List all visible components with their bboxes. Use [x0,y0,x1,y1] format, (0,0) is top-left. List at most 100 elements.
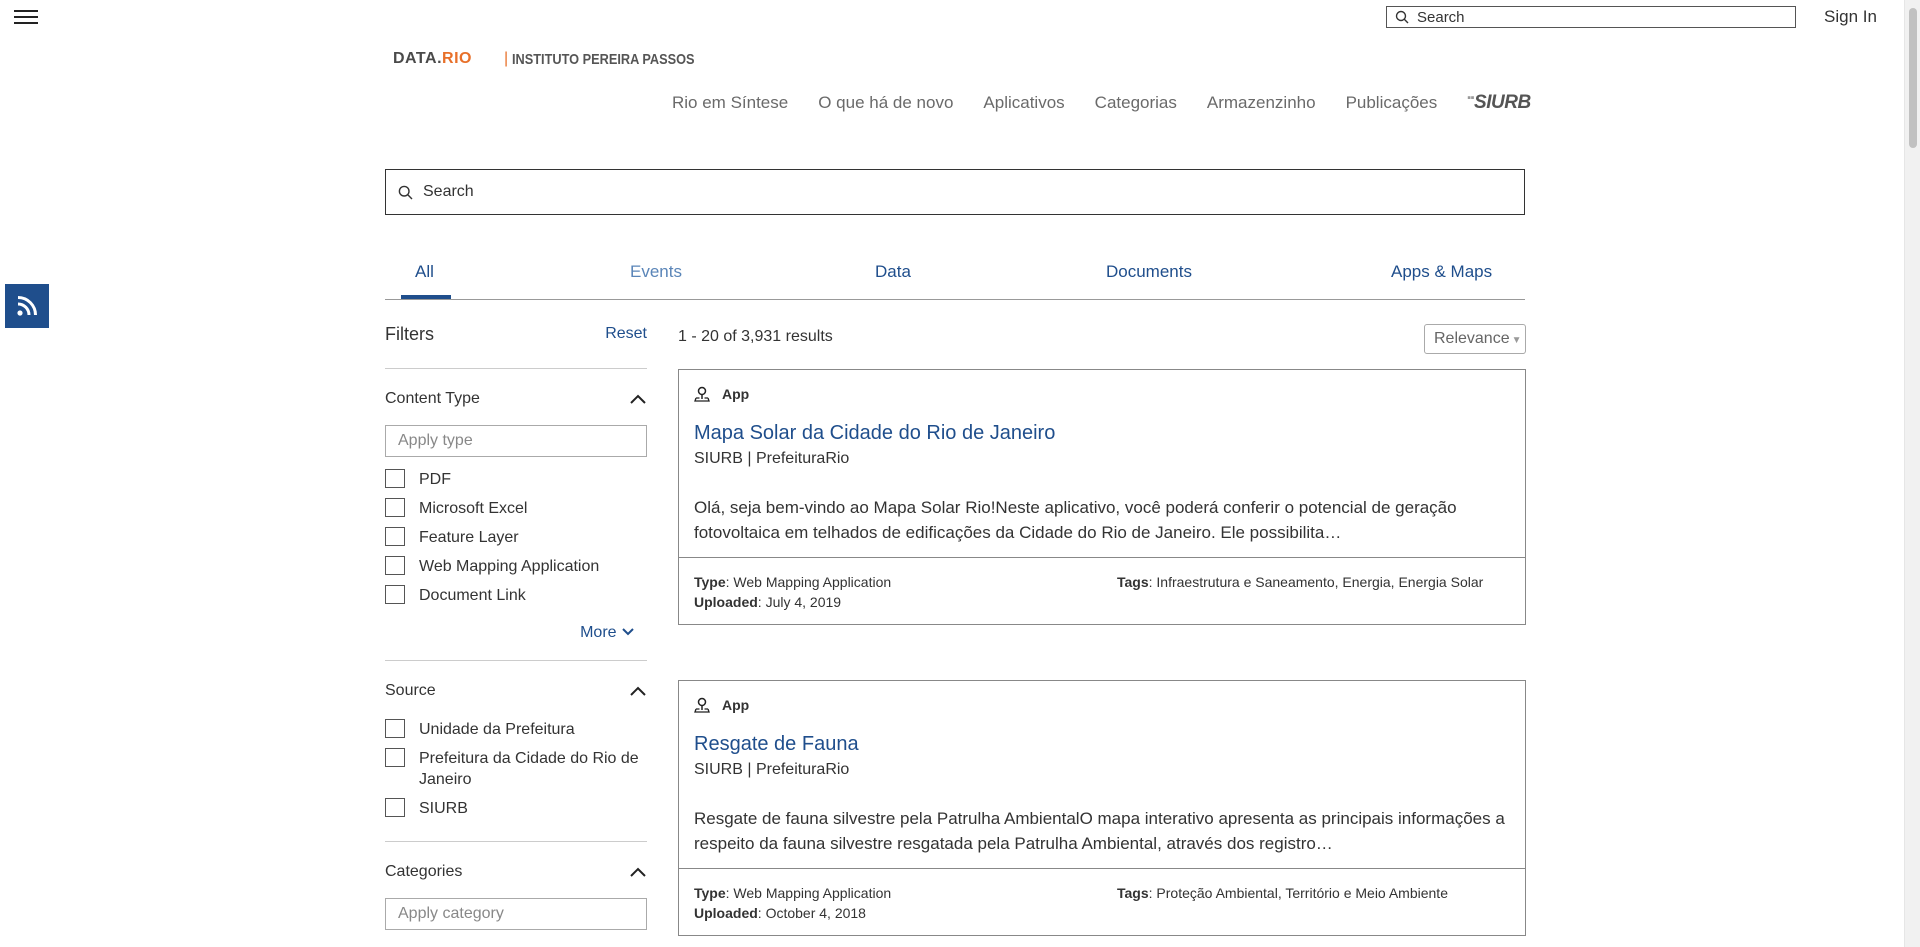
scrollbar[interactable] [1904,0,1920,947]
top-bar: Sign In [0,0,1904,36]
nav-aplicativos[interactable]: Aplicativos [983,93,1064,113]
meta-tags-value: Infraestrutura e Saneamento, Energia, En… [1156,574,1484,590]
filter-option-web-mapping-application[interactable]: Web Mapping Application [385,552,647,581]
nav-o-que-ha-de-novo[interactable]: O que há de novo [818,93,953,113]
results-tabs: All Events Data Documents Apps & Maps [385,252,1525,300]
result-type: App [694,697,1510,713]
hamburger-icon[interactable] [14,6,38,28]
filter-option-label: Document Link [419,587,526,604]
result-card: App Resgate de Fauna SIURB | PrefeituraR… [678,680,1526,936]
nav-rio-em-sintese[interactable]: Rio em Síntese [672,93,788,113]
sort-select[interactable]: Relevance ▼ [1424,324,1526,354]
filter-option-label: Unidade da Prefeitura [419,721,575,738]
more-label: More [580,624,617,641]
source-toggle[interactable]: Source [385,679,647,703]
meta-uploaded-value: July 4, 2019 [765,594,842,610]
nav-publicacoes[interactable]: Publicações [1346,93,1438,113]
reset-filters-button[interactable]: Reset [605,325,647,343]
filter-option-unidade-da-prefeitura[interactable]: Unidade da Prefeitura [385,715,647,744]
result-type-label: App [722,386,750,402]
main-nav: Rio em Síntese O que há de novo Aplicati… [672,92,1531,114]
siurb-logo-text: SIURB [1474,92,1531,113]
tab-all[interactable]: All [415,262,434,282]
map-pin-icon [694,697,710,713]
filter-option-prefeitura-rio[interactable]: Prefeitura da Cidade do Rio de Janeiro [385,744,647,794]
main-search[interactable] [385,169,1525,215]
filter-option-label: Web Mapping Application [419,558,600,575]
source-options: Unidade da Prefeitura Prefeitura da Cida… [385,715,647,823]
tab-documents[interactable]: Documents [1106,262,1192,282]
top-search-input[interactable] [1417,8,1777,26]
checkbox[interactable] [385,748,405,767]
filter-option-document-link[interactable]: Document Link [385,581,647,610]
meta-uploaded-value: October 4, 2018 [765,905,866,921]
top-search[interactable] [1386,6,1796,28]
source-title: Source [385,682,436,699]
site-logo[interactable]: DATA.RIO | INSTITUTO PEREIRA PASSOS [393,50,727,68]
content-type-section: Content Type PDF Microsoft Excel Feature… [385,368,647,642]
meta-type-value: Web Mapping Application [733,885,892,901]
filter-option-pdf[interactable]: PDF [385,465,647,494]
checkbox[interactable] [385,556,405,575]
results-count: 1 - 20 of 3,931 results [678,328,833,345]
result-type-label: App [722,697,750,713]
filter-option-label: Feature Layer [419,529,519,546]
filter-option-label: SIURB [419,800,468,817]
active-tab-indicator [401,295,451,299]
meta-tags-label: Tags [1117,574,1149,590]
main-search-input[interactable] [423,183,1503,201]
meta-type-value: Web Mapping Application [733,574,892,590]
logo-data-text: DATA. [393,50,443,67]
logo-data-rio: DATA.RIO [393,50,472,68]
apply-type-input[interactable] [385,425,647,457]
tab-events[interactable]: Events [630,262,682,282]
checkbox[interactable] [385,798,405,817]
caret-down-icon: ▼ [1511,335,1522,346]
rss-icon [17,296,37,316]
chevron-up-icon [630,686,646,696]
search-icon [1395,10,1409,24]
result-owner: SIURB | PrefeituraRio [694,450,850,467]
more-content-types-button[interactable]: More [385,624,647,642]
meta-uploaded-label: Uploaded [694,594,758,610]
content-type-toggle[interactable]: Content Type [385,387,647,411]
result-title-link[interactable]: Mapa Solar da Cidade do Rio de Janeiro [694,422,1055,445]
tab-data[interactable]: Data [875,262,911,282]
nav-armazenzinho[interactable]: Armazenzinho [1207,93,1316,113]
content-type-title: Content Type [385,390,480,407]
filter-option-feature-layer[interactable]: Feature Layer [385,523,647,552]
filters-panel: Filters Reset Content Type PDF Microsoft… [385,318,647,930]
apply-category-input[interactable] [385,898,647,930]
checkbox[interactable] [385,719,405,738]
result-description: Resgate de fauna silvestre pela Patrulha… [694,809,1505,853]
content-type-options: PDF Microsoft Excel Feature Layer Web Ma… [385,465,647,610]
filter-option-siurb[interactable]: SIURB [385,794,647,823]
checkbox[interactable] [385,527,405,546]
result-description: Olá, seja bem-vindo ao Mapa Solar Rio!Ne… [694,498,1457,542]
meta-tags-label: Tags [1117,885,1149,901]
filter-option-microsoft-excel[interactable]: Microsoft Excel [385,494,647,523]
result-title-link[interactable]: Resgate de Fauna [694,733,859,756]
tab-apps-maps[interactable]: Apps & Maps [1391,262,1492,282]
meta-type-label: Type [694,574,726,590]
categories-toggle[interactable]: Categories [385,860,647,884]
chevron-down-icon [622,628,634,636]
filter-option-label: Prefeitura da Cidade do Rio de Janeiro [419,750,639,788]
logo-separator: | [503,50,509,67]
scrollbar-thumb[interactable] [1909,8,1917,148]
sign-in-link[interactable]: Sign In [1824,7,1877,27]
sort-value: Relevance [1434,330,1510,347]
filters-title: Filters [385,323,434,344]
rss-button[interactable] [5,284,49,328]
checkbox[interactable] [385,498,405,517]
checkbox[interactable] [385,585,405,604]
nav-categorias[interactable]: Categorias [1095,93,1177,113]
map-pin-icon [694,386,710,402]
result-meta: Type: Web Mapping Application Uploaded: … [679,557,1525,624]
chevron-up-icon [630,394,646,404]
logo-institute: INSTITUTO PEREIRA PASSOS [512,50,695,68]
siurb-logo[interactable]: ▪▪SIURB [1467,92,1531,114]
meta-type-label: Type [694,885,726,901]
checkbox[interactable] [385,469,405,488]
meta-uploaded-label: Uploaded [694,905,758,921]
